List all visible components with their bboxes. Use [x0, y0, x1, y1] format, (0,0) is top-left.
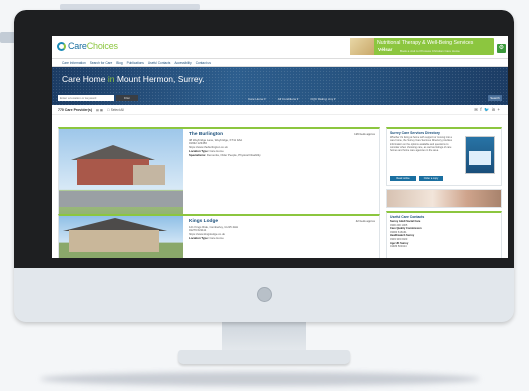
results-toolbar: 770 Care Provider(s) ▤ ▦ ☐ Select All ✉ …	[52, 105, 508, 115]
website-screen: CareChoices Nutritional Therapy & Well-B…	[52, 36, 508, 258]
main-nav: Care Information Search for Care Blog Pu…	[52, 58, 508, 67]
directory-text: Whether it's living at home with support…	[390, 136, 452, 153]
listing-info: Kings Lodge 121 Kings Ride, Camberley, G…	[189, 219, 375, 241]
contacts-title: Useful Care Contacts	[390, 215, 425, 219]
twitter-icon[interactable]: 🐦	[484, 107, 489, 113]
listing-photo[interactable]	[59, 216, 183, 258]
advert-banner[interactable]: Nutritional Therapy & Well-Being Service…	[350, 38, 506, 55]
banner-subtitle: Book a visit to Princess Christian Care …	[400, 49, 460, 53]
search-hero: Care Home in Mount Hermon, Surrey. Filte…	[52, 67, 508, 105]
facebook-icon[interactable]: f	[480, 107, 481, 113]
useful-contacts: Useful Care Contacts Surrey Adult Social…	[386, 211, 502, 258]
logo-c-icon	[57, 41, 66, 51]
more-share-icon[interactable]: +	[498, 107, 500, 113]
monitor-stand-base	[178, 350, 350, 364]
order-copy-button[interactable]: Order a copy	[419, 176, 443, 181]
listing-name[interactable]: The Burlington	[189, 132, 375, 137]
listing-name[interactable]: Kings Lodge	[189, 219, 375, 224]
logo-text: CareChoices	[68, 41, 118, 51]
contact-item: Age UK Surrey 01483 503414	[390, 241, 409, 249]
email-icon[interactable]: ✉	[474, 107, 478, 113]
listing-beds: 42 beds approx	[355, 219, 375, 223]
nav-care-information[interactable]: Care Information	[62, 61, 86, 65]
page-title: Care Home in Mount Hermon, Surrey.	[62, 74, 205, 84]
listing-info: The Burlington 48 Weybridge Lane, Weybri…	[189, 132, 375, 158]
banner-brand: Vélsar	[378, 48, 393, 53]
location-search-input[interactable]	[58, 95, 114, 101]
site-header: CareChoices Nutritional Therapy & Well-B…	[52, 36, 508, 58]
contact-item: Healthwatch Surrey 0303 303 0023	[390, 234, 415, 241]
nav-publications[interactable]: Publications	[127, 61, 144, 65]
nav-accessibility[interactable]: Accessibility	[174, 61, 191, 65]
nav-useful-contacts[interactable]: Useful Contacts	[148, 61, 171, 65]
directory-title: Surrey Care Services Directory	[390, 131, 440, 135]
nav-blog[interactable]: Blog	[116, 61, 122, 65]
accessibility-icon[interactable]: ⚙	[497, 44, 506, 53]
select-all-checkbox[interactable]: ☐ Select All	[107, 108, 124, 112]
banner-title: Nutritional Therapy & Well-Being Service…	[377, 40, 474, 46]
conditions-select[interactable]: All Conditions ▾	[278, 97, 299, 101]
listing-specialisms: Specialisms: Dementia, Older People, Phy…	[189, 153, 261, 158]
linkedin-icon[interactable]: in	[492, 107, 495, 113]
directory-cover-image[interactable]	[465, 136, 495, 174]
monitor-shadow	[40, 372, 480, 386]
view-toggle-icon[interactable]: ▤ ▦	[96, 108, 103, 112]
care-type-select[interactable]: Care Home ▾	[248, 97, 266, 101]
share-icons: ✉ f 🐦 in +	[474, 107, 500, 113]
filter-dropdowns: Care Home ▾ All Conditions ▾ CQC Rating:…	[248, 97, 336, 101]
nav-search-for-care[interactable]: Search for Care	[90, 61, 113, 65]
listing-location-type: Location Type: Care Home	[189, 236, 224, 241]
nav-contact-us[interactable]: Contact us	[196, 61, 211, 65]
listing-beds: 126 beds approx	[354, 132, 375, 136]
cqc-rating-select[interactable]: CQC Rating: Any ▾	[310, 97, 335, 101]
search-button[interactable]: Search	[488, 95, 502, 101]
power-button[interactable]	[257, 287, 272, 302]
directory-promo: Surrey Care Services Directory Whether i…	[386, 127, 502, 186]
sidebar-photo	[386, 189, 502, 208]
listing-card[interactable]: Kings Lodge 121 Kings Ride, Camberley, G…	[58, 214, 380, 258]
results-count: 770 Care Provider(s)	[58, 107, 93, 112]
read-online-button[interactable]: Read online	[390, 176, 416, 181]
filter-button[interactable]: Filter	[116, 95, 138, 101]
carechoices-logo[interactable]: CareChoices	[57, 41, 118, 51]
sidebar: Surrey Care Services Directory Whether i…	[386, 127, 502, 258]
banner-image	[350, 38, 374, 55]
